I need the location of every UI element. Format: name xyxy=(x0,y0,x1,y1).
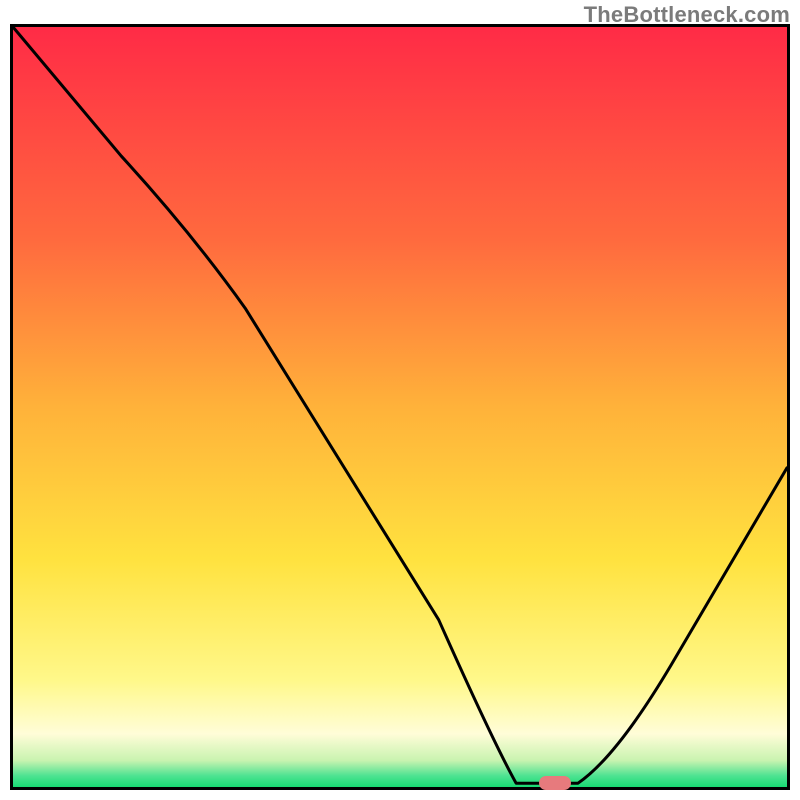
chart-frame xyxy=(10,24,790,790)
optimal-marker xyxy=(539,776,571,790)
bottleneck-curve xyxy=(13,27,787,787)
